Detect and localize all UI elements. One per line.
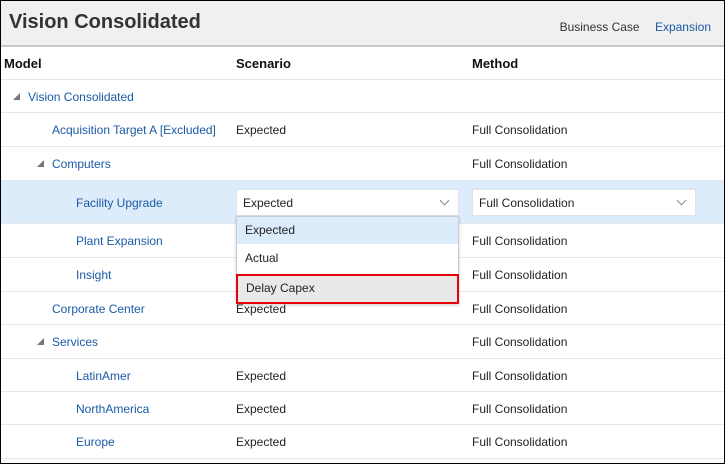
table-row[interactable]: LatinAmer Expected Full Consolidation (1, 359, 724, 392)
chevron-down-icon (676, 195, 687, 206)
method-cell: Full Consolidation (472, 302, 568, 316)
table-header: Model Scenario Method (1, 48, 724, 80)
collapse-triangle-icon[interactable] (37, 160, 44, 167)
page-header: Vision Consolidated Business Case Expans… (1, 1, 724, 47)
method-cell: Full Consolidation (472, 335, 568, 349)
table-row[interactable]: Vision Consolidated (1, 80, 724, 113)
collapse-triangle-icon[interactable] (13, 93, 20, 100)
table-row[interactable]: Computers Full Consolidation (1, 147, 724, 181)
consolidation-panel: Vision Consolidated Business Case Expans… (0, 0, 725, 464)
scenario-cell: Expected (236, 302, 287, 316)
model-link[interactable]: NorthAmerica (76, 402, 149, 416)
column-header-method[interactable]: Method (472, 56, 518, 71)
column-header-model[interactable]: Model (4, 56, 42, 71)
table-row[interactable]: Europe Expected Full Consolidation (1, 425, 724, 459)
table-row[interactable]: Services Full Consolidation (1, 325, 724, 359)
model-link[interactable]: Acquisition Target A [Excluded] (52, 123, 216, 137)
method-cell: Full Consolidation (472, 268, 568, 282)
option-expected[interactable]: Expected (237, 217, 458, 244)
table-row[interactable]: Acquisition Target A [Excluded] Expected F… (1, 113, 724, 147)
model-link[interactable]: Insight (76, 268, 111, 282)
model-link[interactable]: Corporate Center (52, 302, 145, 316)
method-cell: Full Consolidation (472, 435, 568, 449)
method-value: Full Consolidation (479, 196, 575, 210)
model-link[interactable]: Plant Expansion (76, 234, 163, 248)
scenario-dropdown-list: Expected Actual Delay Capex (236, 216, 459, 304)
method-cell: Full Consolidation (472, 157, 568, 171)
scenario-cell: Expected (236, 369, 287, 383)
model-link[interactable]: LatinAmer (76, 369, 131, 383)
model-link[interactable]: Services (52, 335, 98, 349)
scenario-cell: Expected (236, 123, 287, 137)
scenario-cell: Expected (236, 402, 287, 416)
breadcrumb-expansion[interactable]: Expansion (655, 20, 711, 34)
scenario-cell: Expected (236, 435, 287, 449)
method-cell: Full Consolidation (472, 123, 568, 137)
column-header-scenario[interactable]: Scenario (236, 56, 291, 71)
chevron-down-icon (439, 195, 450, 206)
method-select[interactable]: Full Consolidation (472, 189, 696, 216)
option-delay-capex[interactable]: Delay Capex (236, 274, 459, 304)
breadcrumb-business-case[interactable]: Business Case (560, 20, 640, 34)
breadcrumb: Business Case Expansion (560, 20, 711, 34)
model-link[interactable]: Computers (52, 157, 111, 171)
method-cell: Full Consolidation (472, 402, 568, 416)
table-row[interactable]: NorthAmerica Expected Full Consolidation (1, 392, 724, 425)
model-link[interactable]: Facility Upgrade (76, 196, 163, 210)
scenario-select[interactable]: Expected (236, 189, 459, 216)
method-cell: Full Consolidation (472, 234, 568, 248)
model-link[interactable]: Vision Consolidated (28, 90, 134, 104)
option-actual[interactable]: Actual (237, 245, 458, 272)
method-cell: Full Consolidation (472, 369, 568, 383)
collapse-triangle-icon[interactable] (37, 338, 44, 345)
page-title: Vision Consolidated (9, 11, 201, 33)
model-link[interactable]: Europe (76, 435, 115, 449)
scenario-value: Expected (243, 196, 294, 210)
